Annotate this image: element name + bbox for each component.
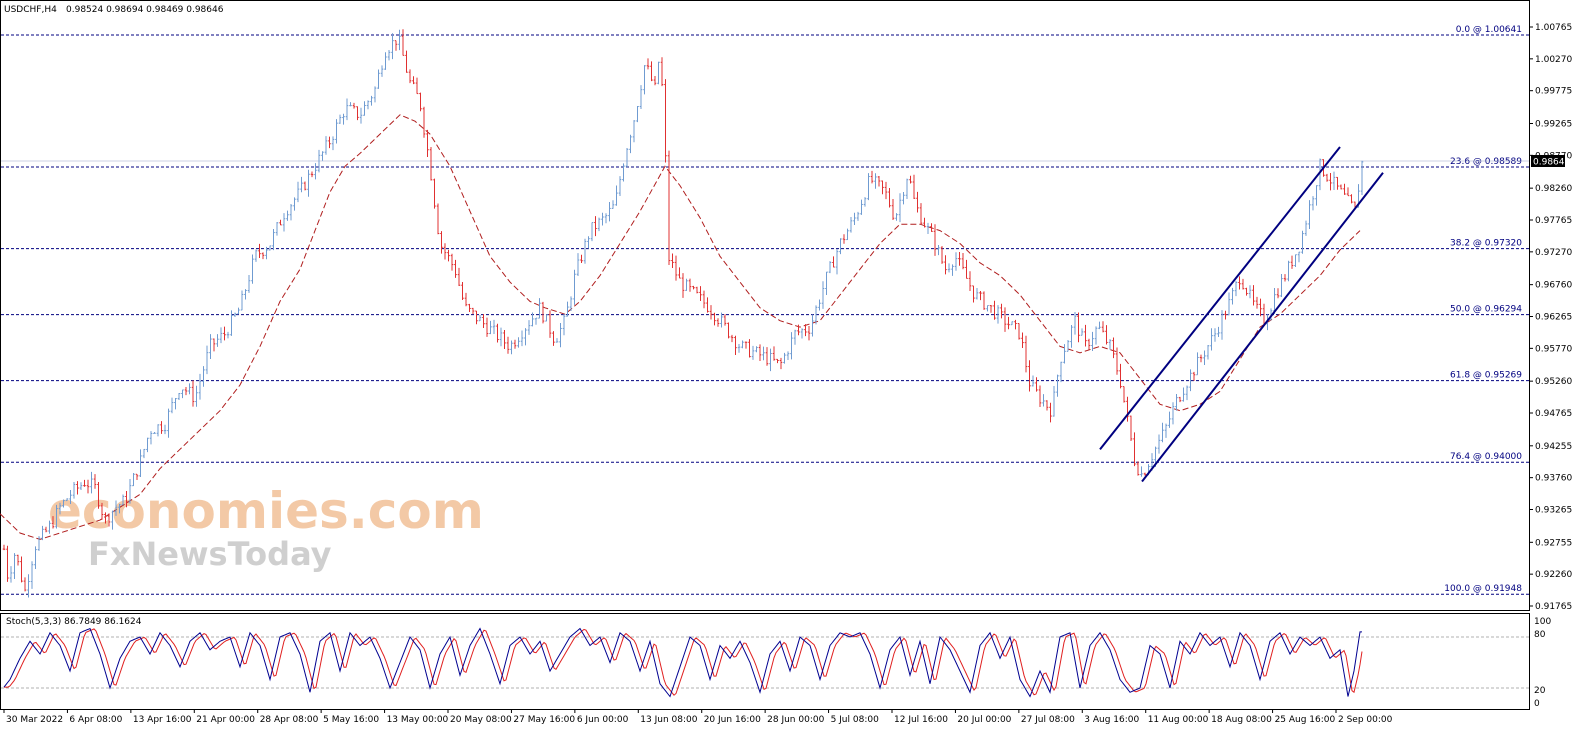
x-tick-label-1: 6 Apr 08:00 [69,715,122,725]
x-tick-label-18: 11 Aug 00:00 [1148,715,1209,725]
y-tick-label-17: 0.92260 [1535,570,1572,580]
x-tick-label-3: 21 Apr 00:00 [196,715,255,725]
y-tick-label-12: 0.94765 [1535,409,1572,419]
x-tick-label-11: 20 Jun 16:00 [704,715,761,725]
y-tick-label-8: 0.96760 [1535,281,1572,291]
x-tick-label-19: 18 Aug 08:00 [1211,715,1272,725]
stoch-level-0: 0 [1534,699,1540,709]
fib-label-3: 50.0 @ 0.96294 [1450,305,1522,315]
stoch-level-20: 20 [1534,686,1546,696]
x-tick-label-8: 27 May 16:00 [513,715,575,725]
x-tick-label-2: 13 Apr 16:00 [133,715,192,725]
y-tick-label-0: 1.00765 [1535,23,1572,33]
fib-label-0: 0.0 @ 1.00641 [1456,25,1522,35]
fib-label-2: 38.2 @ 0.97320 [1450,239,1522,249]
chart-symbol: USDCHF,H4 [4,5,57,15]
y-tick-label-15: 0.93265 [1535,506,1572,516]
y-tick-label-2: 0.99775 [1535,87,1572,97]
x-tick-label-13: 5 Jul 08:00 [831,715,880,725]
watermark-fxnewstoday: FxNewsToday [88,535,332,573]
x-tick-label-6: 13 May 00:00 [387,715,449,725]
x-tick-label-9: 6 Jun 00:00 [577,715,629,725]
x-tick-label-21: 2 Sep 00:00 [1338,715,1393,725]
y-tick-label-13: 0.94255 [1535,442,1572,452]
stoch-level-100: 100 [1534,617,1551,627]
chart-ohlc: 0.98524 0.98694 0.98469 0.98646 [66,5,224,15]
y-tick-label-7: 0.97270 [1535,248,1572,258]
usdchf-chart: economies.com FxNewsToday 0.0 @ 1.006412… [0,0,1596,743]
y-tick-label-16: 0.92755 [1535,538,1572,548]
y-tick-label-6: 0.97765 [1535,216,1572,226]
current-price-tag: 0.98646 [1531,155,1570,168]
current-price-label: 0.98646 [1533,158,1570,168]
x-tick-label-12: 28 Jun 00:00 [767,715,824,725]
x-tick-label-16: 27 Jul 08:00 [1021,715,1075,725]
y-tick-label-3: 0.99265 [1535,120,1572,130]
fib-label-5: 76.4 @ 0.94000 [1450,452,1522,462]
fib-label-6: 100.0 @ 0.91948 [1444,584,1522,594]
y-tick-label-1: 1.00270 [1535,55,1572,65]
y-tick-label-11: 0.95260 [1535,377,1572,387]
x-tick-label-4: 28 Apr 08:00 [260,715,319,725]
x-tick-label-0: 30 Mar 2022 [6,715,63,725]
x-tick-label-14: 12 Jul 16:00 [894,715,948,725]
x-tick-label-7: 20 May 08:00 [450,715,512,725]
chart-background [0,0,1596,743]
stoch-level-80: 80 [1534,630,1546,640]
x-tick-label-5: 5 May 16:00 [323,715,379,725]
x-tick-label-20: 25 Aug 16:00 [1275,715,1336,725]
x-tick-label-10: 13 Jun 08:00 [640,715,697,725]
y-tick-label-9: 0.96265 [1535,313,1572,323]
y-tick-label-18: 0.91765 [1535,602,1572,612]
x-tick-label-15: 20 Jul 00:00 [957,715,1011,725]
y-tick-label-5: 0.98260 [1535,184,1572,194]
y-tick-label-14: 0.93760 [1535,474,1572,484]
x-tick-label-17: 3 Aug 16:00 [1084,715,1139,725]
y-tick-label-10: 0.95770 [1535,344,1572,354]
fib-label-1: 23.6 @ 0.98589 [1450,157,1522,167]
fib-label-4: 61.8 @ 0.95269 [1450,371,1522,381]
stoch-label: Stoch(5,3,3) 86.7849 86.1624 [6,617,142,627]
